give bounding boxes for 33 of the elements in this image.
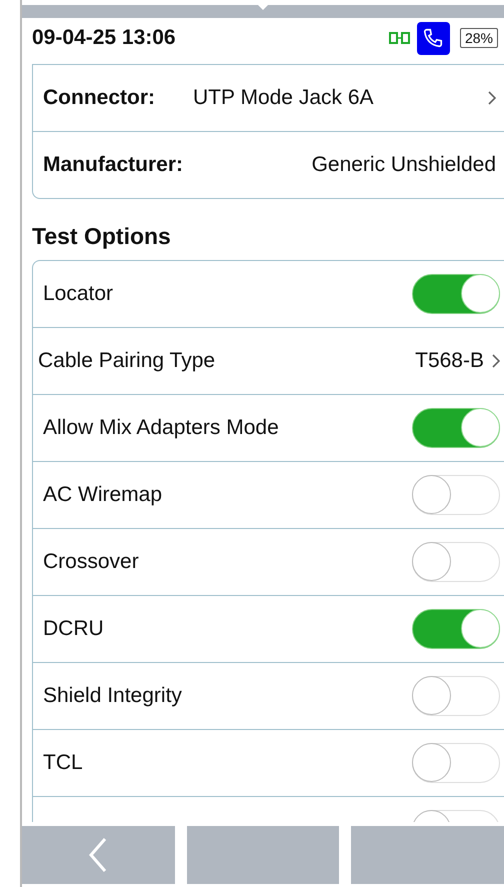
- detail-label: Manufacturer:: [43, 153, 184, 177]
- option-label: Cable Pairing Type: [38, 349, 216, 373]
- toggle-switch[interactable]: [412, 274, 500, 314]
- toggle-switch[interactable]: [412, 676, 500, 716]
- option-label: DCRU: [43, 617, 105, 641]
- back-button[interactable]: [22, 826, 175, 884]
- option-label: Allow Mix Adapters Mode: [43, 416, 280, 440]
- section-heading: Test Options: [32, 223, 172, 250]
- status-datetime: 09-04-25 13:06: [32, 26, 177, 50]
- toggle-switch[interactable]: [412, 609, 500, 649]
- option-label: TCL: [43, 751, 84, 775]
- detail-value: UTP Mode Jack 6A: [193, 86, 375, 110]
- chevron-icon: [488, 91, 496, 105]
- option-label: AC Wiremap: [43, 483, 164, 507]
- battery-indicator: 28%: [460, 28, 498, 48]
- detail-label: Connector:: [43, 86, 156, 110]
- connection-icon: [388, 31, 411, 45]
- toggle-switch[interactable]: [412, 408, 500, 448]
- detail-row[interactable]: Connector: UTP Mode Jack 6A: [33, 64, 504, 131]
- option-label: Shield Integrity: [43, 684, 183, 708]
- option-label: Locator: [43, 282, 114, 306]
- blank-button[interactable]: [351, 826, 504, 884]
- blank-button[interactable]: [186, 826, 340, 884]
- phone-icon[interactable]: [416, 22, 450, 54]
- toggle-switch[interactable]: [412, 475, 500, 515]
- toggle-switch[interactable]: [412, 542, 500, 582]
- detail-row[interactable]: Manufacturer: Generic Unshielded: [33, 131, 504, 198]
- option-value: T568-B: [415, 349, 484, 373]
- toggle-switch[interactable]: [412, 743, 500, 783]
- option-row[interactable]: Cable Pairing Type T568-B: [33, 327, 504, 394]
- chevron-icon: [492, 354, 500, 368]
- detail-value: Generic Unshielded: [310, 153, 496, 177]
- option-label: Crossover: [43, 550, 140, 574]
